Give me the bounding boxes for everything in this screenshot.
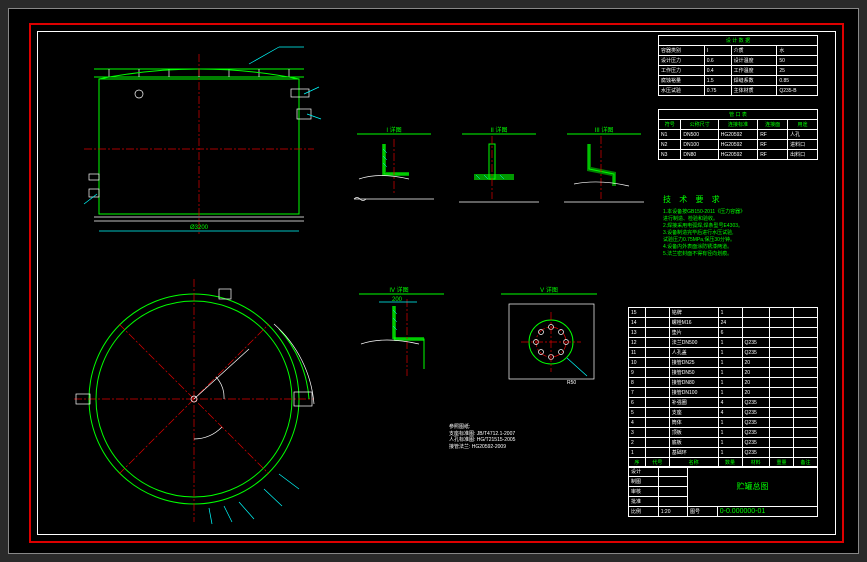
title-block: 设计 贮罐总图 制图 审核 批准 比例1:20 图号 0-0.000000-01 (628, 466, 818, 517)
svg-text:I 详图: I 详图 (386, 126, 401, 134)
detail-1: I 详图 (349, 124, 439, 214)
svg-text:II 详图: II 详图 (490, 126, 507, 134)
svg-text:R50: R50 (567, 380, 576, 386)
svg-text:V 详图: V 详图 (540, 286, 558, 294)
main-elevation-view: Ø3200 (69, 39, 329, 239)
dim-width: Ø3200 (190, 225, 209, 231)
plan-view (64, 274, 324, 529)
detail-5: V 详图 R50 (489, 284, 609, 394)
detail-2: II 详图 (454, 124, 544, 214)
spec-table: 设 计 数 据 容器类别I介质水 设计压力0.6设计温度50 工作压力0.4工作… (658, 35, 818, 96)
svg-text:200: 200 (392, 297, 403, 303)
svg-text:III 详图: III 详图 (595, 126, 614, 134)
bom-table: 15铭牌1 14螺栓M1624 13垫片6 12法兰DN5001Q235 11人… (628, 307, 818, 468)
drawing-number: 0-0.000000-01 (717, 507, 817, 517)
svg-text:IV 详图: IV 详图 (389, 286, 408, 294)
detail-3: III 详图 (559, 124, 649, 214)
nozzle-table: 管 口 表 符号公称尺寸连接标准连接面用途 N1DN500HG20592RF人孔… (658, 109, 818, 160)
reference-note: 参照图纸: 支座标准图: JB/T4712.1-2007 人孔标准图: HG/T… (449, 424, 599, 450)
cad-canvas: Ø3200 I 详图 (8, 8, 859, 554)
detail-4: IV 详图 200 (349, 284, 459, 384)
tech-requirements: 技 术 要 求 1.本设备按GB150-2011《压力容器》 进行制造、检验和验… (663, 194, 813, 258)
